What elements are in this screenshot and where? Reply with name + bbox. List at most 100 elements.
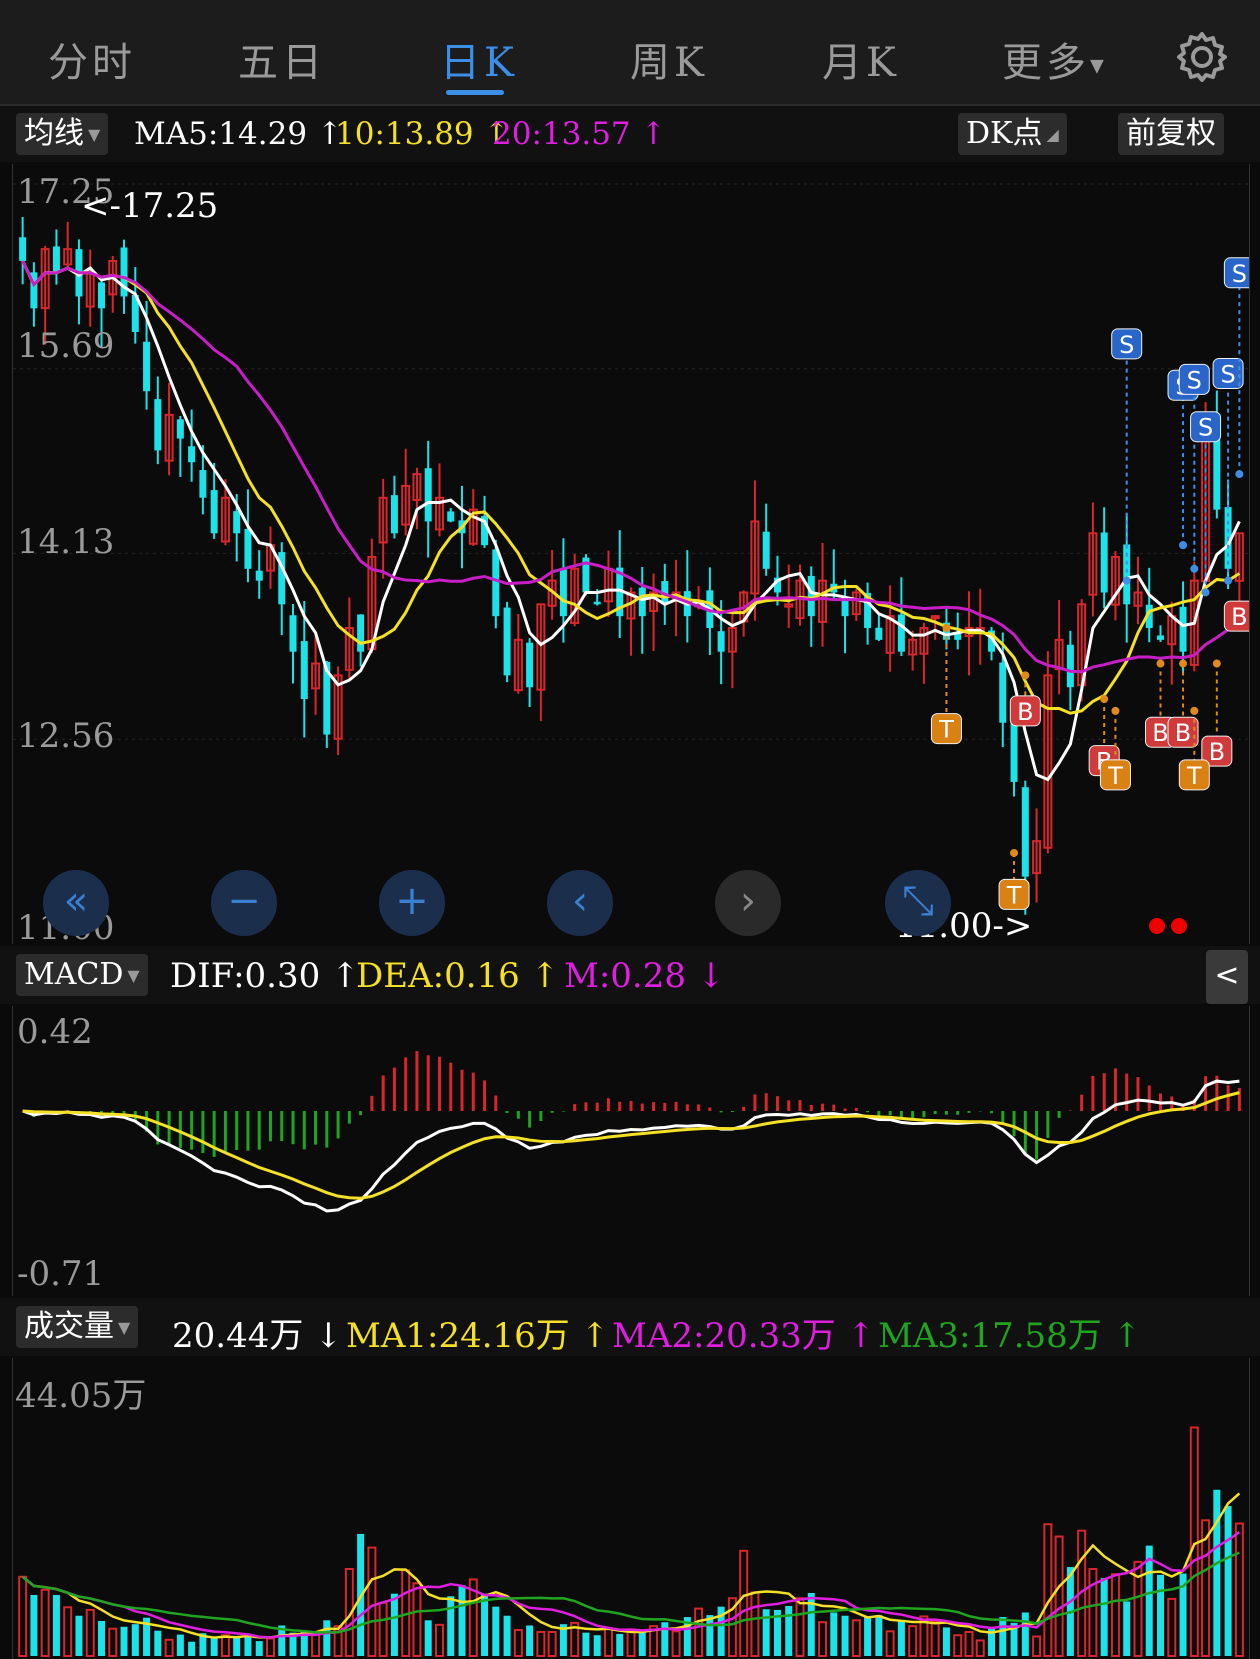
signal-label: T: [1186, 762, 1202, 790]
tab-five-day[interactable]: 五日: [238, 30, 326, 88]
signal-dot: [1212, 659, 1221, 668]
volume-ma10-line: [21, 1531, 1241, 1639]
volume-bar: [930, 1620, 940, 1658]
volume-bar: [120, 1626, 128, 1656]
period-tab-bar: 分时 五日 日K 周K 月K 更多▼: [0, 0, 1260, 106]
volume-bar: [638, 1632, 646, 1656]
candle-body: [357, 614, 365, 652]
scroll-to-start-button[interactable]: «: [43, 870, 109, 936]
ma-indicator-row: 均线 ▼ MA5:14.29 ↑ 10:13.89 ↑ 20:13.57 ↑ DK…: [0, 106, 1260, 162]
candle-body: [244, 528, 252, 569]
candle-body: [717, 631, 725, 652]
tab-weekly-k[interactable]: 周K: [630, 30, 708, 88]
volume-bar: [1213, 1489, 1221, 1656]
candle-body: [199, 470, 207, 498]
volume-bar: [841, 1615, 849, 1656]
candle-body: [98, 282, 105, 309]
tab-intraday[interactable]: 分时: [48, 30, 136, 88]
volume-bar: [964, 1630, 974, 1657]
volume-bar: [526, 1625, 534, 1656]
ma-selector[interactable]: 均线 ▼: [16, 113, 109, 155]
volume-bar: [864, 1616, 872, 1656]
ma20-value: 20:13.57 ↑: [492, 116, 667, 152]
volume-bar: [616, 1633, 624, 1656]
volume-bar: [1167, 1597, 1177, 1658]
candle-body: [390, 495, 398, 534]
volume-bar: [942, 1627, 950, 1656]
candle-body: [447, 511, 455, 522]
collapse-panel-button[interactable]: <: [1206, 950, 1248, 1004]
volume-bar: [1110, 1573, 1120, 1657]
volume-bar: [447, 1596, 455, 1656]
volume-bar: [265, 1637, 275, 1657]
volume-bar: [694, 1607, 704, 1658]
candle-body: [424, 468, 432, 522]
tab-more-label: 更多: [1002, 40, 1090, 86]
tab-more[interactable]: 更多▼: [1002, 30, 1108, 88]
active-tab-indicator: [446, 90, 504, 95]
dk-point-label: DK点: [966, 116, 1043, 151]
forward-adjust-button[interactable]: 前复权: [1118, 113, 1224, 155]
volume-bar: [434, 1623, 444, 1658]
dea-value: DEA:0.16 ↑: [356, 956, 560, 996]
dot: [1171, 918, 1187, 934]
scroll-right-button[interactable]: ›: [715, 870, 781, 936]
signal-dot: [1021, 671, 1030, 680]
macd-selector[interactable]: MACD ▼: [16, 954, 148, 996]
price-panel[interactable]: SSSSSSBBBBBBTTTT 17.25 15.69 14.13 12.56…: [12, 164, 1250, 948]
macd-panel[interactable]: 0.42 -0.71: [12, 1006, 1250, 1296]
candle-body: [289, 615, 297, 652]
candle-body: [559, 567, 567, 617]
signal-label: S: [1187, 366, 1202, 394]
volume-bar: [1234, 1522, 1244, 1657]
signal-label: T: [938, 716, 954, 744]
signal-dot: [1224, 576, 1233, 585]
volume-bar: [1157, 1574, 1164, 1656]
volume-panel[interactable]: 44.05万: [12, 1358, 1250, 1659]
gear-icon[interactable]: [1175, 30, 1229, 84]
volume-bar: [953, 1634, 963, 1657]
zoom-in-button[interactable]: +: [379, 870, 445, 936]
dif-value: DIF:0.30 ↑: [170, 956, 360, 996]
signal-dot: [1111, 706, 1120, 715]
volume-bar: [593, 1635, 601, 1656]
volume-bar: [40, 1588, 50, 1657]
signal-label: S: [1232, 260, 1247, 288]
scroll-left-button[interactable]: ‹: [547, 870, 613, 936]
volume-bar: [108, 1627, 118, 1657]
tab-monthly-k[interactable]: 月K: [822, 30, 900, 88]
volume-bar: [818, 1621, 828, 1658]
zoom-out-button[interactable]: −: [211, 870, 277, 936]
volume-bar: [378, 1601, 388, 1657]
caret-down-icon: ▼: [88, 125, 101, 144]
volume-bar: [1032, 1635, 1042, 1657]
dk-point-button[interactable]: DK点 ◢: [958, 113, 1067, 155]
candle-body: [300, 641, 308, 700]
volume-bar: [176, 1634, 184, 1656]
volume-bar: [750, 1591, 760, 1657]
volume-selector[interactable]: 成交量 ▼: [16, 1306, 139, 1348]
candle-body: [52, 246, 60, 273]
macd-axis-label: 0.42: [17, 1012, 93, 1052]
fullscreen-button[interactable]: ⤡: [885, 870, 951, 936]
volume-bar: [830, 1612, 838, 1656]
tab-daily-k[interactable]: 日K: [440, 30, 518, 88]
volume-bar: [98, 1620, 105, 1656]
volume-bar: [706, 1615, 714, 1656]
volume-bar: [795, 1597, 805, 1658]
candle-body: [143, 341, 151, 392]
volume-axis-label: 44.05万: [15, 1376, 147, 1416]
signal-dot: [1201, 588, 1210, 597]
volume-bar: [897, 1620, 905, 1656]
ma10-value: 10:13.89 ↑: [335, 116, 510, 152]
volume-bar: [851, 1619, 861, 1658]
signal-dot: [1190, 706, 1199, 715]
candle-body: [1021, 787, 1029, 877]
volume-bar: [671, 1630, 681, 1657]
volume-value: 20.44万 ↓: [172, 1316, 343, 1356]
macd-chart: [22, 1051, 1241, 1213]
signal-label: B: [1152, 719, 1168, 747]
volume-bar: [63, 1606, 73, 1657]
volume-bar: [233, 1637, 241, 1656]
signal-label: S: [1119, 331, 1134, 359]
